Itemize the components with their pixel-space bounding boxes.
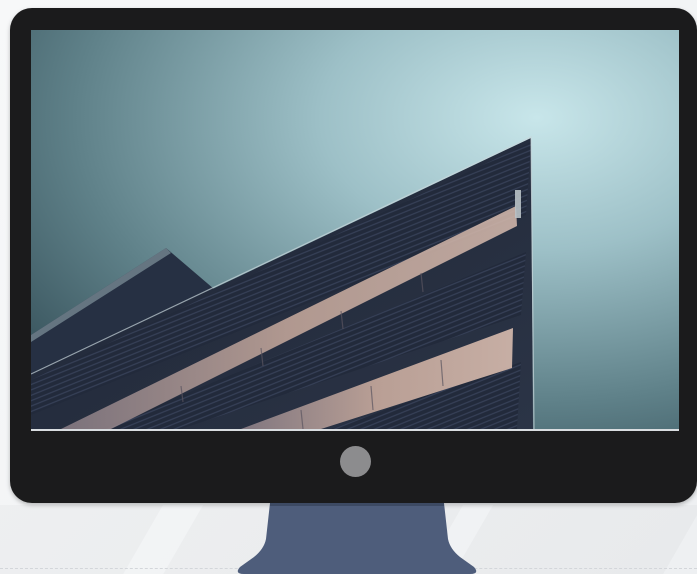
monitor-stand bbox=[234, 503, 480, 574]
background-stripe bbox=[447, 505, 697, 574]
background-stripe bbox=[0, 505, 163, 574]
power-button[interactable] bbox=[340, 446, 371, 477]
building-wallpaper-image bbox=[31, 30, 679, 429]
page-background bbox=[0, 0, 697, 574]
monitor-screen bbox=[31, 30, 679, 431]
monitor bbox=[10, 8, 697, 503]
